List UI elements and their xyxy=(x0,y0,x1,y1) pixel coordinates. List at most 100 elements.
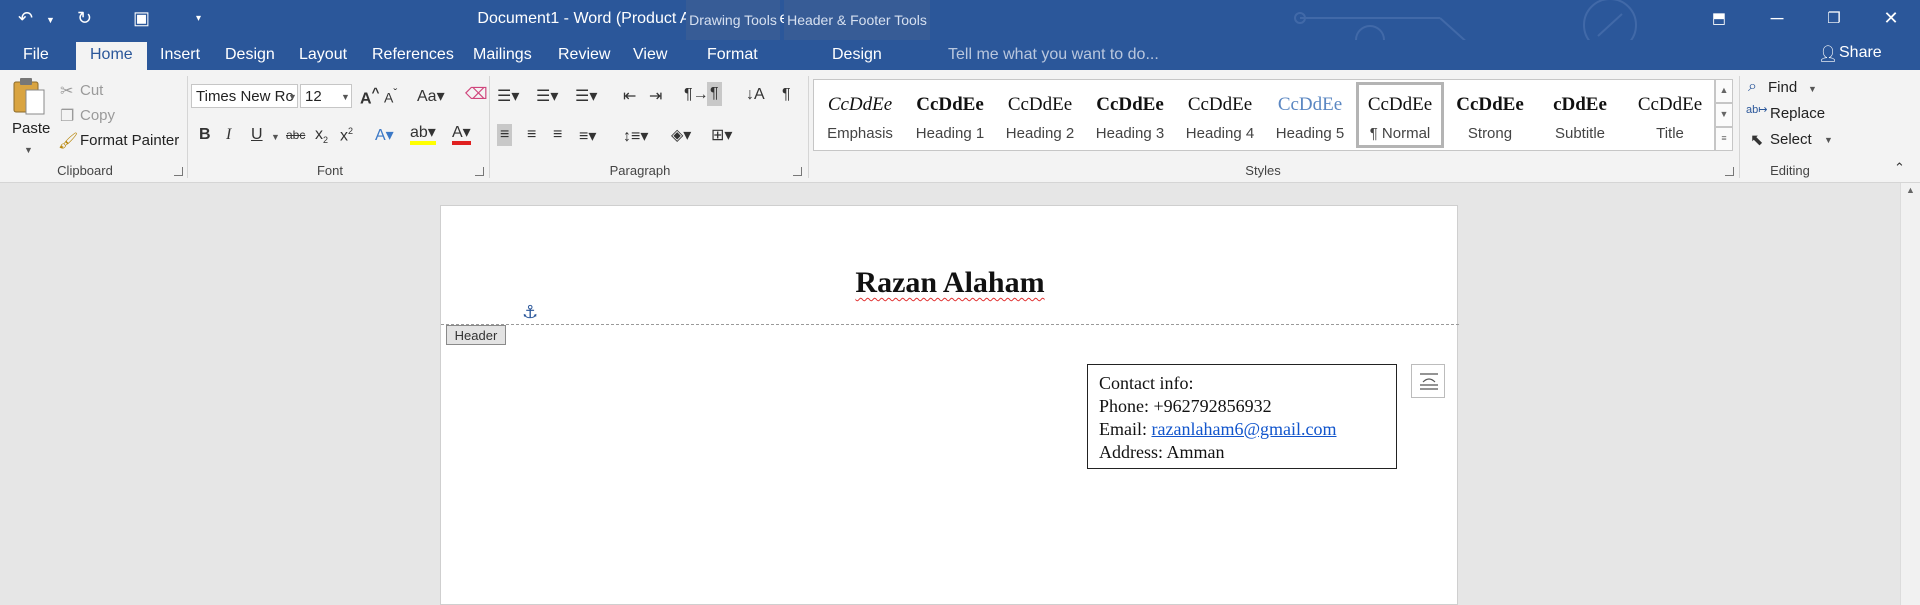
document-page[interactable]: Razan Alaham ⚓︎ Header Contact info: Pho… xyxy=(440,205,1459,605)
header-boundary xyxy=(441,324,1459,325)
vertical-scrollbar[interactable]: ▲ xyxy=(1900,183,1920,605)
find-dropdown-icon[interactable]: ▼ xyxy=(1808,84,1817,94)
align-center-icon[interactable]: ≡ xyxy=(527,126,536,144)
tab-home[interactable]: Home xyxy=(76,42,147,70)
grow-font-icon[interactable]: A^ xyxy=(360,85,379,108)
collapse-ribbon-icon[interactable]: ⌃ xyxy=(1894,160,1905,176)
style-strong[interactable]: CcDdEe Strong xyxy=(1446,82,1534,148)
shading-icon[interactable]: ◈▾ xyxy=(671,125,691,145)
tab-review[interactable]: Review xyxy=(558,46,610,64)
style-name: Emphasis xyxy=(827,125,893,142)
tab-view[interactable]: View xyxy=(633,46,667,64)
gallery-more-icon[interactable]: ≡ xyxy=(1715,127,1733,151)
email-link[interactable]: razanlaham6@gmail.com xyxy=(1152,419,1337,439)
share-button[interactable]: Share xyxy=(1835,44,1882,68)
contact-text-box[interactable]: Contact info: Phone: +962792856932 Email… xyxy=(1087,364,1397,469)
underline-dropdown-icon[interactable]: ▼ xyxy=(271,132,280,142)
styles-group-label: Styles xyxy=(1245,163,1281,178)
style-heading-1[interactable]: CcDdEe Heading 1 xyxy=(906,82,994,148)
style-name: Heading 3 xyxy=(1095,125,1165,142)
anchor-icon[interactable]: ⚓︎ xyxy=(522,302,538,323)
multilevel-list-icon[interactable]: ☰▾ xyxy=(575,86,597,106)
style-heading-2[interactable]: CcDdEe Heading 2 xyxy=(996,82,1084,148)
underline-icon[interactable]: U xyxy=(251,126,263,144)
style-name: Title xyxy=(1656,125,1684,142)
tab-header-footer-design[interactable]: Design xyxy=(832,46,882,64)
restore-icon[interactable]: ❐ xyxy=(1814,9,1854,27)
font-family-dropdown-icon[interactable]: ▼ xyxy=(288,92,297,102)
ribbon: Paste ▼ ✂ Cut ❐ Copy 🖌︎ Format Painter C… xyxy=(0,70,1920,183)
style-heading-4[interactable]: CcDdEe Heading 4 xyxy=(1176,82,1264,148)
style-emphasis[interactable]: CcDdEe Emphasis xyxy=(816,82,904,148)
font-family-combo[interactable]: Times New Ro xyxy=(191,84,298,108)
tab-mailings[interactable]: Mailings xyxy=(473,46,532,64)
group-divider xyxy=(808,76,809,178)
tab-design[interactable]: Design xyxy=(225,46,275,64)
text-effects-icon[interactable]: A▾ xyxy=(375,125,394,145)
close-icon[interactable]: ✕ xyxy=(1871,8,1911,29)
contact-heading: Contact info: xyxy=(1099,373,1194,393)
subscript-icon[interactable]: x2 xyxy=(315,126,328,145)
select-dropdown-icon[interactable]: ▼ xyxy=(1824,135,1833,145)
paste-button[interactable]: Paste xyxy=(12,120,50,137)
tab-file[interactable]: File xyxy=(23,46,49,64)
style-name: Heading 5 xyxy=(1275,125,1345,142)
tell-me-search[interactable]: Tell me what you want to do... xyxy=(948,46,1159,64)
gallery-scroll-up-icon[interactable]: ▲ xyxy=(1715,79,1733,103)
replace-button[interactable]: Replace xyxy=(1770,105,1825,122)
clipboard-launcher-icon[interactable] xyxy=(174,167,183,176)
layout-options-button[interactable] xyxy=(1411,364,1445,398)
italic-icon[interactable]: I xyxy=(226,126,231,144)
styles-launcher-icon[interactable] xyxy=(1725,167,1734,176)
paragraph-launcher-icon[interactable] xyxy=(793,167,802,176)
bullets-icon[interactable]: ☰▾ xyxy=(497,86,519,106)
change-case-icon[interactable]: Aa▾ xyxy=(417,86,445,106)
style-title[interactable]: CcDdEe Title xyxy=(1626,82,1714,148)
find-button[interactable]: Find xyxy=(1768,79,1797,96)
numbering-icon[interactable]: ☰▾ xyxy=(536,86,558,106)
tab-references[interactable]: References xyxy=(372,46,454,64)
style-heading-5[interactable]: CcDdEe Heading 5 xyxy=(1266,82,1354,148)
scroll-up-icon[interactable]: ▲ xyxy=(1906,185,1915,195)
font-launcher-icon[interactable] xyxy=(475,167,484,176)
font-group-label: Font xyxy=(316,163,343,178)
highlight-color-icon[interactable]: ab▾ xyxy=(410,125,436,145)
ribbon-display-options-icon[interactable]: ⬒ xyxy=(1699,9,1739,27)
strikethrough-icon[interactable]: abc xyxy=(286,128,305,142)
rtl-direction-icon[interactable]: ¶ xyxy=(707,82,722,106)
line-spacing-icon[interactable]: ↕≡▾ xyxy=(623,126,648,146)
style-subtitle[interactable]: cDdEe Subtitle xyxy=(1536,82,1624,148)
decrease-indent-icon[interactable]: ⇤ xyxy=(623,86,636,106)
minimize-icon[interactable]: ─ xyxy=(1757,8,1797,29)
align-right-icon[interactable]: ≡ xyxy=(553,126,562,144)
copy-button[interactable]: Copy xyxy=(80,107,115,124)
clear-formatting-icon[interactable]: ⌫ xyxy=(465,84,488,104)
shrink-font-icon[interactable]: Aˇ xyxy=(384,87,397,106)
align-left-icon[interactable]: ≡ xyxy=(497,124,513,146)
style-preview: CcDdEe xyxy=(1367,94,1433,115)
font-color-icon[interactable]: A▾ xyxy=(452,125,471,145)
bold-icon[interactable]: B xyxy=(199,126,211,144)
justify-icon[interactable]: ≡▾ xyxy=(579,126,596,146)
tab-format[interactable]: Format xyxy=(707,46,758,64)
show-marks-icon[interactable]: ¶ xyxy=(782,86,791,104)
borders-icon[interactable]: ⊞▾ xyxy=(711,125,732,145)
style-preview: CcDdEe xyxy=(916,94,984,115)
format-painter-button[interactable]: Format Painter xyxy=(80,132,179,149)
superscript-icon[interactable]: x2 xyxy=(340,126,353,145)
tab-insert[interactable]: Insert xyxy=(160,46,200,64)
styles-gallery: CcDdEe Emphasis CcDdEe Heading 1 CcDdEe … xyxy=(813,79,1715,151)
cut-button[interactable]: Cut xyxy=(80,82,103,99)
editing-group-label: Editing xyxy=(1770,163,1810,178)
style-heading-3[interactable]: CcDdEe Heading 3 xyxy=(1086,82,1174,148)
gallery-scroll-down-icon[interactable]: ▼ xyxy=(1715,103,1733,127)
style-normal[interactable]: CcDdEe ¶ Normal xyxy=(1356,82,1444,148)
font-size-dropdown-icon[interactable]: ▼ xyxy=(341,92,350,102)
paste-clipboard-icon[interactable] xyxy=(12,76,46,116)
sort-icon[interactable]: ↓A xyxy=(746,86,765,104)
select-button[interactable]: Select xyxy=(1770,131,1812,148)
paste-dropdown-icon[interactable]: ▼ xyxy=(24,145,33,155)
increase-indent-icon[interactable]: ⇥ xyxy=(649,86,662,106)
tab-layout[interactable]: Layout xyxy=(299,46,347,64)
ltr-direction-icon[interactable]: ¶→ xyxy=(684,86,709,104)
